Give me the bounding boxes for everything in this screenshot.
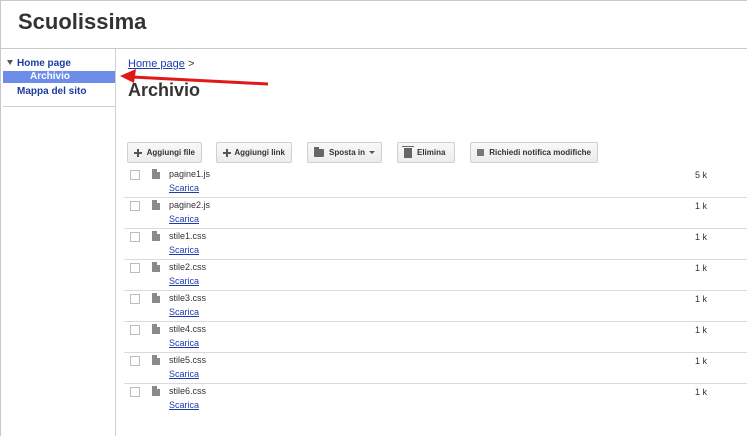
document-icon <box>152 293 160 303</box>
download-link[interactable]: Scarica <box>169 400 199 410</box>
file-size: 1 k <box>695 201 708 211</box>
file-checkbox[interactable] <box>130 170 140 180</box>
annotation-arrow-icon <box>120 69 269 86</box>
document-icon <box>152 386 160 396</box>
download-link[interactable]: Scarica <box>169 183 199 193</box>
file-row: stile6.css Scarica 1 k <box>124 384 747 415</box>
file-name[interactable]: pagine1.js <box>169 169 210 179</box>
folder-icon <box>314 146 324 157</box>
file-size: 1 k <box>695 232 708 242</box>
file-row: pagine2.js Scarica 1 k <box>124 198 747 229</box>
file-name[interactable]: stile3.css <box>169 293 206 303</box>
trash-icon <box>402 145 414 158</box>
download-link[interactable]: Scarica <box>169 214 199 224</box>
file-row: pagine1.js Scarica 5 k <box>124 167 747 198</box>
sidebar-item-label: Archivio <box>30 71 71 82</box>
file-checkbox[interactable] <box>130 356 140 366</box>
document-icon <box>152 324 160 334</box>
file-row: stile1.css Scarica 1 k <box>124 229 747 260</box>
arrow-shaft <box>131 75 269 86</box>
document-icon <box>152 262 160 272</box>
sidebar-item-label: Home page <box>17 58 71 69</box>
move-to-button[interactable]: Sposta in <box>307 142 382 163</box>
file-size: 1 k <box>695 387 708 397</box>
move-to-label: Sposta in <box>328 148 365 157</box>
file-checkbox[interactable] <box>130 201 140 211</box>
document-icon <box>152 200 160 210</box>
sidebar-divider <box>115 49 116 436</box>
file-size: 1 k <box>695 325 708 335</box>
site-title: Scuolissima <box>18 9 147 34</box>
chevron-down-icon <box>369 151 375 154</box>
file-row: stile3.css Scarica 1 k <box>124 291 747 322</box>
file-name[interactable]: stile6.css <box>169 386 206 396</box>
expand-triangle-icon[interactable] <box>7 60 13 65</box>
sidebar-item-archivio[interactable]: Archivio <box>3 71 115 83</box>
sidebar-item-home-page[interactable]: Home page <box>7 58 71 69</box>
add-link-button[interactable]: Aggiungi link <box>216 142 292 163</box>
document-icon <box>152 355 160 365</box>
file-checkbox[interactable] <box>130 294 140 304</box>
header-divider <box>0 48 747 49</box>
download-link[interactable]: Scarica <box>169 245 199 255</box>
mail-icon <box>477 149 485 156</box>
file-checkbox[interactable] <box>130 325 140 335</box>
document-icon <box>152 169 160 179</box>
file-name[interactable]: stile5.css <box>169 355 206 365</box>
document-icon <box>152 231 160 241</box>
delete-label: Elimina <box>417 148 446 157</box>
file-size: 5 k <box>695 170 708 180</box>
file-size: 1 k <box>695 294 708 304</box>
sidebar-item-label: Mappa del sito <box>17 86 87 97</box>
file-row: stile5.css Scarica 1 k <box>124 353 747 384</box>
file-name[interactable]: pagine2.js <box>169 200 210 210</box>
file-size: 1 k <box>695 263 708 273</box>
sidebar-bottom-divider <box>3 106 115 107</box>
notify-changes-button[interactable]: Richiedi notifica modifiche <box>470 142 598 163</box>
add-file-label: Aggiungi file <box>146 148 195 157</box>
plus-icon <box>134 148 142 157</box>
file-row: stile2.css Scarica 1 k <box>124 260 747 291</box>
notify-changes-label: Richiedi notifica modifiche <box>489 148 591 157</box>
frame-top-border <box>0 0 747 1</box>
download-link[interactable]: Scarica <box>169 276 199 286</box>
download-link[interactable]: Scarica <box>169 369 199 379</box>
sidebar-item-mappa-del-sito[interactable]: Mappa del sito <box>17 86 86 97</box>
file-checkbox[interactable] <box>130 387 140 397</box>
frame-left-border <box>0 0 1 436</box>
delete-button[interactable]: Elimina <box>397 142 455 163</box>
file-name[interactable]: stile2.css <box>169 262 206 272</box>
file-name[interactable]: stile1.css <box>169 231 206 241</box>
add-link-label: Aggiungi link <box>234 148 285 157</box>
file-checkbox[interactable] <box>130 263 140 273</box>
file-size: 1 k <box>695 356 708 366</box>
arrow-head <box>120 69 136 83</box>
download-link[interactable]: Scarica <box>169 338 199 348</box>
plus-icon <box>223 148 232 157</box>
file-checkbox[interactable] <box>130 232 140 242</box>
add-file-button[interactable]: Aggiungi file <box>127 142 202 163</box>
download-link[interactable]: Scarica <box>169 307 199 317</box>
file-row: stile4.css Scarica 1 k <box>124 322 747 353</box>
file-name[interactable]: stile4.css <box>169 324 206 334</box>
